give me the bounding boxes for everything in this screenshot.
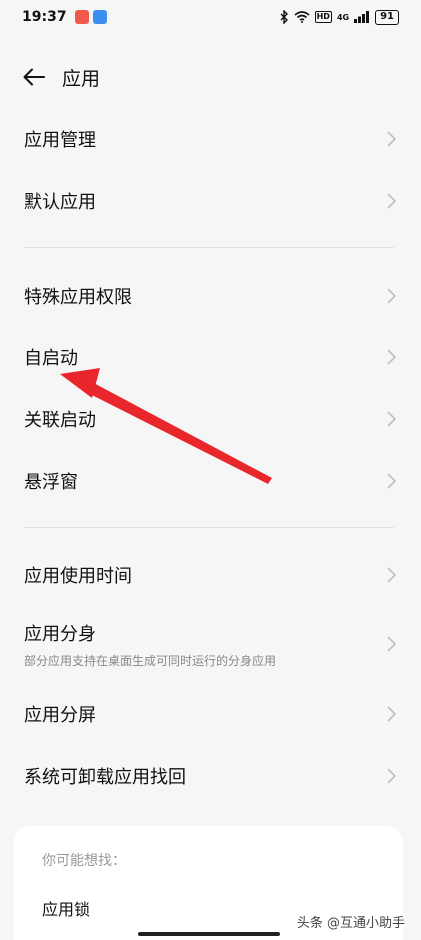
menu-item-label: 系统可卸载应用找回: [24, 767, 186, 788]
menu-item-label: 默认应用: [24, 192, 96, 213]
home-indicator[interactable]: [138, 932, 280, 936]
app-notification-icon: [92, 10, 107, 24]
menu-item-label: 应用分屏: [24, 705, 96, 726]
chevron-right-icon: [387, 473, 397, 489]
watermark: 头条 @互通小助手: [296, 916, 405, 931]
section-divider: [24, 527, 394, 528]
hd-badge: HD: [314, 11, 332, 23]
menu-item-text: 应用分身 部分应用支持在桌面生成可同时运行的分身应用: [24, 620, 276, 669]
menu-item-associated-start[interactable]: 关联启动: [0, 388, 421, 450]
back-button[interactable]: [20, 63, 48, 91]
battery-indicator: 91: [375, 9, 399, 25]
menu-item-label: 应用管理: [24, 130, 96, 151]
menu-item-subtitle: 部分应用支持在桌面生成可同时运行的分身应用: [24, 653, 277, 668]
arrow-left-icon: [23, 68, 45, 86]
menu-item-default-apps[interactable]: 默认应用: [0, 170, 421, 232]
chevron-right-icon: [387, 567, 397, 583]
suggestion-item-app-lock[interactable]: 应用锁: [42, 896, 90, 920]
chevron-right-icon: [387, 768, 397, 784]
suggestions-title: 你可能想找：: [42, 853, 126, 869]
page-title: 应用: [62, 67, 101, 90]
menu-item-split-screen[interactable]: 应用分屏: [0, 683, 421, 745]
chevron-right-icon: [387, 636, 397, 652]
bluetooth-icon: [280, 10, 288, 24]
menu-item-special-permissions[interactable]: 特殊应用权限: [0, 265, 421, 327]
signal-icon: [354, 11, 370, 23]
page-header: 应用: [0, 52, 421, 102]
chevron-right-icon: [387, 349, 397, 365]
chevron-right-icon: [387, 411, 397, 427]
app-notification-icon: [74, 10, 89, 24]
menu-item-floating-window[interactable]: 悬浮窗: [0, 450, 421, 512]
chevron-right-icon: [387, 288, 397, 304]
menu-item-label: 应用分身: [24, 623, 96, 645]
wifi-icon: [294, 11, 310, 23]
menu-item-label: 自启动: [24, 348, 78, 369]
menu-item-app-clone[interactable]: 应用分身 部分应用支持在桌面生成可同时运行的分身应用: [0, 606, 421, 682]
menu-item-restore-system-apps[interactable]: 系统可卸载应用找回: [0, 745, 421, 807]
section-divider: [24, 247, 394, 248]
menu-item-label: 特殊应用权限: [24, 287, 132, 308]
network-type: 4G: [336, 12, 350, 22]
menu-item-label: 悬浮窗: [24, 472, 78, 493]
chevron-right-icon: [387, 706, 397, 722]
menu-item-label: 应用使用时间: [24, 566, 132, 587]
chevron-right-icon: [387, 131, 397, 147]
menu-item-auto-start[interactable]: 自启动: [0, 326, 421, 388]
menu-item-label: 关联启动: [24, 410, 96, 431]
menu-item-app-management[interactable]: 应用管理: [0, 108, 421, 170]
status-indicators: HD 4G 91: [279, 9, 399, 25]
chevron-right-icon: [387, 193, 397, 209]
status-bar: 19:37 HD 4G 91: [0, 0, 421, 34]
menu-item-app-usage-time[interactable]: 应用使用时间: [0, 544, 421, 606]
status-time: 19:37: [22, 9, 67, 25]
